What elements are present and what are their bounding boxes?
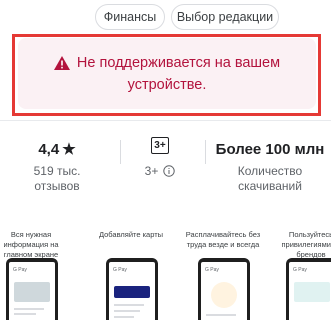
- info-icon[interactable]: [163, 165, 176, 177]
- installs-label-2: скачиваний: [238, 179, 302, 193]
- warning-icon: [53, 55, 70, 70]
- gpay-logo: G Pay: [205, 267, 219, 273]
- stat-separator: [205, 140, 206, 164]
- screenshot-caption: Вся нужная информация на главном экране: [3, 230, 59, 259]
- screenshot-caption: Добавляйте карты: [98, 230, 164, 239]
- divider: [0, 120, 331, 121]
- installs-stat: Более 100 млн Количество скачиваний: [215, 130, 325, 194]
- age-rating-stat[interactable]: 3+ 3+: [140, 130, 180, 178]
- chip-finance[interactable]: Финансы: [95, 4, 165, 30]
- card-image: [14, 282, 50, 302]
- warning-text-1: Не поддерживается на вашем: [76, 54, 281, 71]
- card-image: [114, 286, 150, 298]
- screenshot-item[interactable]: Расплачивайтесь без труда везде и всегда…: [184, 228, 262, 320]
- installs-value: Более 100 млн: [215, 140, 325, 158]
- phone-mockup: G Pay: [198, 258, 250, 320]
- warning-line-1: Не поддерживается на вашем: [53, 54, 281, 71]
- gpay-logo: G Pay: [113, 267, 127, 273]
- screenshot-item[interactable]: Вся нужная информация на главном экране …: [0, 228, 70, 320]
- screenshot-caption: Расплачивайтесь без труда везде и всегда: [185, 230, 261, 249]
- gpay-logo: G Pay: [293, 267, 307, 273]
- warning-text-2: устройстве.: [127, 76, 207, 93]
- stat-separator: [120, 140, 121, 164]
- screenshots-carousel[interactable]: Вся нужная информация на главном экране …: [0, 228, 331, 320]
- phone-mockup: G Pay: [106, 258, 158, 320]
- screenshot-item[interactable]: Добавляйте карты G Pay: [92, 228, 170, 320]
- rating-value: 4,4: [38, 140, 60, 158]
- chip-editors-choice[interactable]: Выбор редакции: [171, 4, 279, 30]
- card-image: [294, 282, 330, 302]
- phone-mockup: G Pay: [6, 258, 58, 320]
- screenshot-item[interactable]: Пользуйтесь привилегиями от брендов G Pa…: [272, 228, 331, 320]
- installs-label-1: Количество: [237, 164, 303, 178]
- age-rating-label: 3+: [144, 164, 159, 178]
- screenshot-caption: Пользуйтесь привилегиями от брендов: [281, 230, 331, 259]
- gpay-logo: G Pay: [13, 267, 27, 273]
- unsupported-device-banner: Не поддерживается на вашем устройстве.: [18, 38, 316, 109]
- illustration-image: [211, 282, 237, 308]
- reviews-count: 519 тыс. отзывов: [33, 164, 81, 193]
- age-rating-badge: 3+: [151, 137, 169, 154]
- rating-stat[interactable]: 4,4 ★ 519 тыс. отзывов: [12, 130, 102, 194]
- star-icon: ★: [62, 141, 76, 158]
- phone-mockup: G Pay: [286, 258, 331, 320]
- stats-row: 4,4 ★ 519 тыс. отзывов 3+ 3+ Более 100 м…: [0, 130, 331, 200]
